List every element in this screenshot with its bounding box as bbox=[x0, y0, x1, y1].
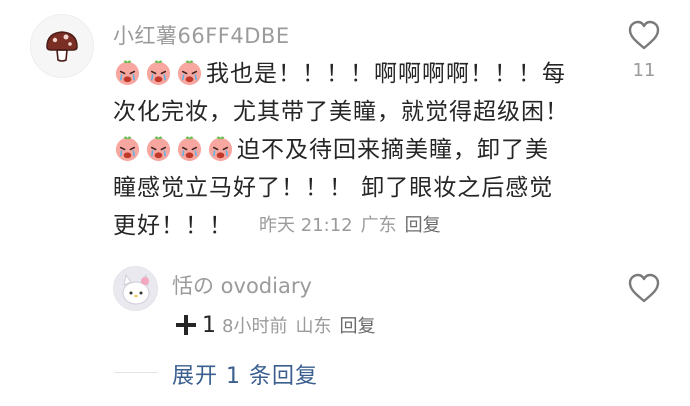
comment-line-2: 次化完妆，尤其带了美瞳，就觉得超级困！ bbox=[113, 99, 569, 125]
comment-time: 昨天 21:12 bbox=[259, 215, 353, 236]
like-count: 11 bbox=[632, 60, 656, 81]
emoji-group bbox=[113, 58, 204, 87]
mushroom-icon bbox=[46, 31, 78, 62]
crying-face-emoji bbox=[146, 60, 171, 86]
comment-line-4: 瞳感觉立马好了！！！ 卸了眼妆之后感觉 bbox=[113, 175, 554, 201]
sub-comment-time: 8小时前 bbox=[222, 316, 288, 337]
comment-line-3: 迫不及待回来摘美瞳，卸了美 bbox=[113, 131, 549, 169]
sub-comment-location: 山东 bbox=[295, 316, 332, 337]
plus-icon[interactable] bbox=[174, 313, 198, 337]
sub-username[interactable]: 恬の ovodiary bbox=[172, 270, 312, 300]
comment-meta: 昨天 21:12 广东 回复 bbox=[259, 215, 449, 236]
crying-face-emoji bbox=[115, 136, 140, 162]
divider bbox=[114, 372, 158, 373]
crying-face-emoji bbox=[177, 136, 202, 162]
crying-face-emoji bbox=[146, 136, 171, 162]
plus-count: 1 bbox=[202, 312, 216, 338]
heart-outline-icon[interactable] bbox=[627, 272, 661, 304]
emoji-group bbox=[113, 134, 235, 163]
avatar[interactable] bbox=[30, 14, 94, 78]
comment-text-3: 迫不及待回来摘美瞳，卸了美 bbox=[237, 137, 549, 163]
crying-face-emoji bbox=[177, 60, 202, 86]
avatar[interactable] bbox=[113, 266, 158, 311]
heart-outline-icon[interactable] bbox=[627, 19, 661, 51]
comment-location: 广东 bbox=[360, 215, 397, 236]
username[interactable]: 小红薯66FF4DBE bbox=[113, 20, 290, 50]
crying-face-emoji bbox=[115, 60, 140, 86]
sub-comment-meta: 1 8小时前 山东 回复 bbox=[174, 312, 375, 338]
expand-replies-button[interactable]: 展开 1 条回复 bbox=[172, 358, 318, 390]
crying-face-emoji bbox=[208, 136, 233, 162]
comment-text-1: 我也是！！！！啊啊啊啊！！！每 bbox=[206, 61, 566, 87]
comment-line-1: 我也是！！！！啊啊啊啊！！！每 bbox=[113, 55, 566, 93]
reply-button[interactable]: 回复 bbox=[405, 215, 441, 236]
sub-reply-button[interactable]: 回复 bbox=[339, 312, 375, 338]
comment-line-5: 更好！！！ 昨天 21:12 广东 回复 bbox=[113, 207, 449, 245]
comment-text-5: 更好！！！ bbox=[113, 213, 233, 239]
hello-kitty-avatar bbox=[114, 267, 157, 310]
